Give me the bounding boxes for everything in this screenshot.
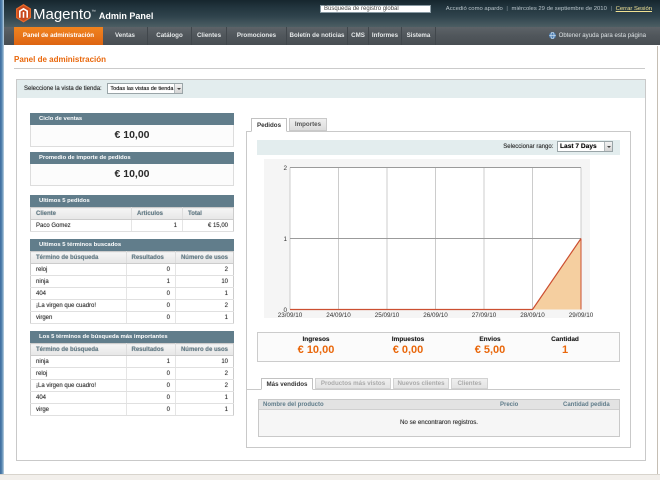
svg-text:23/09/10: 23/09/10 <box>278 312 303 318</box>
svg-text:27/09/10: 27/09/10 <box>472 312 497 318</box>
svg-text:25/09/10: 25/09/10 <box>375 312 400 318</box>
svg-text:29/09/10: 29/09/10 <box>569 312 594 318</box>
svg-text:2: 2 <box>283 165 287 172</box>
svg-text:26/09/10: 26/09/10 <box>423 312 448 318</box>
svg-text:1: 1 <box>283 236 287 243</box>
svg-text:28/09/10: 28/09/10 <box>520 312 545 318</box>
svg-text:24/09/10: 24/09/10 <box>326 312 351 318</box>
